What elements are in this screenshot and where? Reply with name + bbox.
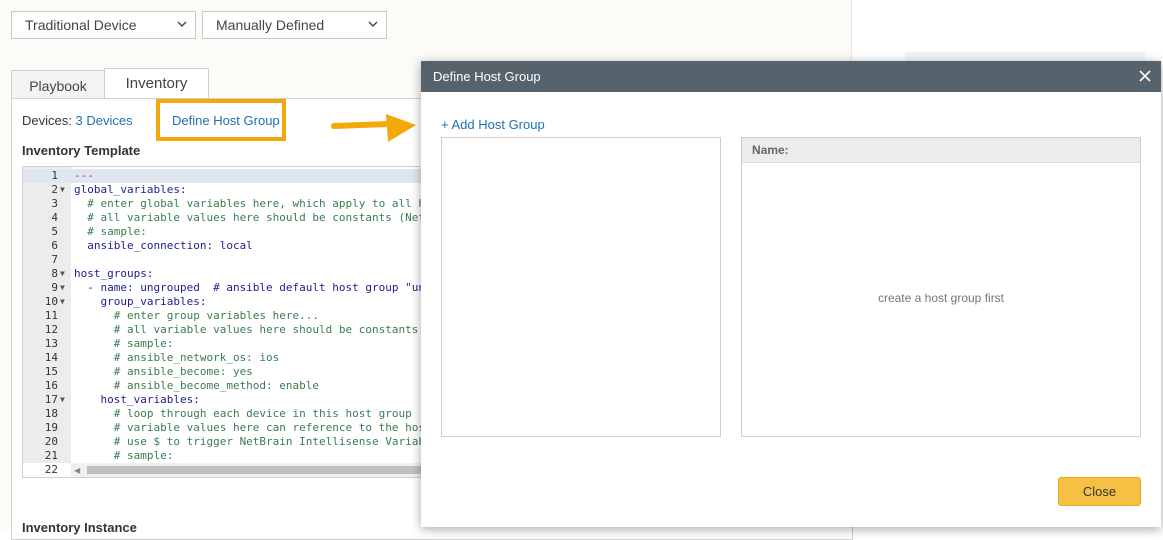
line-number: 8 xyxy=(51,267,58,280)
code-text: # all variable values here should be con… xyxy=(74,323,419,336)
editor-line: 18 # loop through each device in this ho… xyxy=(23,407,423,421)
code-text: # use $ to trigger NetBrain Intellisense… xyxy=(74,435,424,448)
line-number: 9 xyxy=(51,281,58,294)
editor-line: 6 ansible_connection: local xyxy=(23,239,423,253)
editor-line: 7 xyxy=(23,253,423,267)
code-text: # loop through each device in this host … xyxy=(74,407,412,420)
close-button[interactable]: Close xyxy=(1058,477,1141,506)
line-number: 11 xyxy=(44,309,58,322)
code-text: --- xyxy=(74,169,94,182)
editor-line: 5 # sample: xyxy=(23,225,423,239)
editor-line: 2 ▼ global_variables: xyxy=(23,183,423,197)
line-number: 17 xyxy=(44,393,58,406)
editor-line: 9 ▼ - name: ungrouped # ansible default h… xyxy=(23,281,423,295)
empty-state-message: create a host group first xyxy=(877,291,1005,305)
code-text: - name: ungrouped # ansible default host… xyxy=(74,281,424,294)
line-number: 10 xyxy=(44,295,58,308)
code-text: # enter global variables here, which app… xyxy=(74,197,424,210)
line-number: 20 xyxy=(44,435,58,448)
fold-toggle-icon[interactable]: ▼ xyxy=(60,281,65,295)
editor-line: 8 ▼ host_groups: xyxy=(23,267,423,281)
tab-playbook[interactable]: Playbook xyxy=(11,70,105,99)
define-host-group-dialog: Define Host Group + Add Host Group Name:… xyxy=(421,61,1161,527)
dialog-header: Define Host Group xyxy=(421,61,1161,92)
line-number: 4 xyxy=(51,211,58,224)
host-group-list[interactable] xyxy=(441,137,721,437)
name-column-header: Name: xyxy=(742,138,1140,163)
code-text: global_variables: xyxy=(74,183,187,196)
line-number: 1 xyxy=(51,169,58,182)
device-type-select[interactable]: Traditional Device xyxy=(11,11,196,39)
code-text: # variable values here can reference to … xyxy=(74,421,424,434)
editor-line: 20 # use $ to trigger NetBrain Intellise… xyxy=(23,435,423,449)
dialog-title: Define Host Group xyxy=(433,69,541,84)
line-number: 22 xyxy=(44,463,58,476)
line-number: 6 xyxy=(51,239,58,252)
annotation-arrow-icon xyxy=(331,114,416,142)
editor-line: 17 ▼ host_variables: xyxy=(23,393,423,407)
code-text: # sample: xyxy=(74,337,174,350)
fold-toggle-icon[interactable]: ▼ xyxy=(60,393,65,407)
inventory-template-heading: Inventory Template xyxy=(22,143,141,158)
name-header-label: Name: xyxy=(752,143,789,157)
editor-line: 1 --- xyxy=(23,169,423,183)
editor-line: 3 # enter global variables here, which a… xyxy=(23,197,423,211)
close-icon[interactable] xyxy=(1137,68,1153,84)
editor-line: 14 # ansible_network_os: ios xyxy=(23,351,423,365)
add-host-group-link[interactable]: + Add Host Group xyxy=(441,117,545,132)
editor-line: 12 # all variable values here should be … xyxy=(23,323,423,337)
code-text: group_variables: xyxy=(74,295,207,308)
editor-line: 4 # all variable values here should be c… xyxy=(23,211,423,225)
code-text: # sample: xyxy=(74,449,174,462)
code-text: ansible_connection: local xyxy=(74,239,253,252)
line-number: 21 xyxy=(44,449,58,462)
line-number: 5 xyxy=(51,225,58,238)
line-number: 16 xyxy=(44,379,58,392)
editor-line: 11 # enter group variables here... xyxy=(23,309,423,323)
fold-toggle-icon[interactable]: ▼ xyxy=(60,295,65,309)
tab-inventory[interactable]: Inventory xyxy=(104,68,209,99)
fold-toggle-icon[interactable]: ▼ xyxy=(60,183,65,197)
editor-line: 10 ▼ group_variables: xyxy=(23,295,423,309)
code-text: host_variables: xyxy=(74,393,200,406)
editor-line: 19 # variable values here can reference … xyxy=(23,421,423,435)
code-text: # ansible_network_os: ios xyxy=(74,351,280,364)
code-text: # all variable values here should be con… xyxy=(74,211,424,224)
line-number: 13 xyxy=(44,337,58,350)
line-number: 15 xyxy=(44,365,58,378)
editor-line: 15 # ansible_become: yes xyxy=(23,365,423,379)
device-type-value: Traditional Device xyxy=(25,17,137,33)
highlight-box xyxy=(156,99,286,141)
line-number: 19 xyxy=(44,421,58,434)
line-number: 18 xyxy=(44,407,58,420)
code-text: # ansible_become_method: enable xyxy=(74,379,320,392)
editor-line: 21 # sample: xyxy=(23,449,423,463)
code-text: # sample: xyxy=(74,225,147,238)
chevron-down-icon xyxy=(368,21,378,27)
line-number: 12 xyxy=(44,323,58,336)
code-text: host_groups: xyxy=(74,267,154,280)
definition-mode-select[interactable]: Manually Defined xyxy=(202,11,387,39)
host-group-detail: Name: create a host group first xyxy=(741,137,1141,437)
scrollbar-thumb[interactable] xyxy=(87,466,423,474)
devices-link[interactable]: 3 Devices xyxy=(75,113,132,128)
editor-line: 13 # sample: xyxy=(23,337,423,351)
line-number: 7 xyxy=(51,253,58,266)
fold-toggle-icon[interactable]: ▼ xyxy=(60,267,65,281)
chevron-down-icon xyxy=(177,21,187,27)
editor-line: 16 # ansible_become_method: enable xyxy=(23,379,423,393)
inventory-template-editor[interactable]: 1 --- 2 ▼ global_variables: 3 # enter global … xyxy=(22,166,424,478)
line-number: 14 xyxy=(44,351,58,364)
editor-horizontal-scrollbar[interactable]: ◀ xyxy=(71,463,423,477)
devices-row: Devices: 3 Devices xyxy=(22,113,133,128)
scroll-left-icon[interactable]: ◀ xyxy=(74,466,80,475)
devices-label: Devices: xyxy=(22,113,72,128)
code-text: # ansible_become: yes xyxy=(74,365,253,378)
line-number: 3 xyxy=(51,197,58,210)
code-text: # enter group variables here... xyxy=(74,309,320,322)
definition-mode-value: Manually Defined xyxy=(216,17,325,33)
line-number: 2 xyxy=(51,183,58,196)
inventory-instance-heading: Inventory Instance xyxy=(22,520,137,535)
